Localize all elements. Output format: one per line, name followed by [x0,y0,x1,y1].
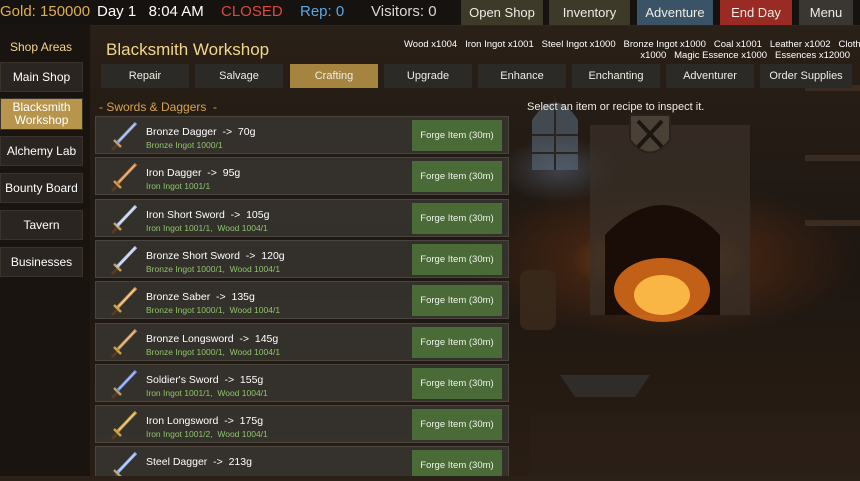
resources-line-1: Wood x1004 Iron Ingot x1001 Steel Ingot … [404,39,860,50]
inventory-button[interactable]: Inventory [549,0,630,25]
recipe-row[interactable]: Bronze Dagger -> 70g Bronze Ingot 1000/1 F… [95,116,509,154]
recipe-row[interactable]: Bronze Longsword -> 145g Bronze Ingot 100… [95,322,509,361]
tab-enhance[interactable]: Enhance [478,64,566,88]
adventure-button[interactable]: Adventure [637,0,713,25]
forge-item-button[interactable]: Forge Item (30m) [412,409,502,441]
forge-item-button[interactable]: Forge Item (30m) [412,243,502,275]
resources-line-2: x1000 Magic Essence x1000 Essences x1200… [640,50,850,61]
tab-repair[interactable]: Repair [101,64,189,88]
tab-salvage[interactable]: Salvage [195,64,283,88]
recipe-name: Bronze Dagger -> 70g [146,126,256,138]
recipe-ingredients: Iron Ingot 1001/1, Wood 1004/1 [146,222,268,233]
sidebar-title: Shop Areas [10,40,73,54]
recipe-name: Bronze Longsword -> 145g [146,332,279,345]
tab-crafting[interactable]: Crafting [290,64,378,88]
forge-item-button[interactable]: Forge Item (30m) [412,202,502,234]
bronze-dagger-icon [110,121,138,152]
forge-item-button[interactable]: Forge Item (30m) [412,326,502,358]
recipe-ingredients: Bronze Ingot 1000/1, Wood 1004/1 [146,346,281,357]
recipe-name: Soldier's Sword -> 155g [146,373,264,386]
forge-item-button[interactable]: Forge Item (30m) [412,285,502,317]
recipe-ingredients: Bronze Ingot 1000/1 [146,140,223,150]
soldiers-sword-icon [110,369,138,399]
bronze-saber-icon [110,287,138,317]
visitors-counter: Visitors: 0 [371,3,437,20]
open-shop-button[interactable]: Open Shop [461,0,543,25]
iron-dagger-icon [110,163,138,193]
recipe-name: Steel Dagger -> 213g [146,456,252,469]
page-title: Blacksmith Workshop [106,40,270,59]
recipe-row[interactable]: Bronze Short Sword -> 120g Bronze Ingot 1… [95,239,509,278]
menu-button[interactable]: Menu [799,0,853,25]
recipe-row[interactable]: Iron Dagger -> 95g Iron Ingot 1001/1 Forge… [95,157,509,196]
category-header[interactable]: - Swords & Daggers - [99,100,217,114]
steel-dagger-icon [113,452,138,476]
sidebar-item-blacksmith-workshop[interactable]: Blacksmith Workshop [0,98,83,130]
recipe-list[interactable]: Bronze Dagger -> 70g Bronze Ingot 1000/1 F… [95,116,511,476]
iron-longsword-icon [110,410,138,441]
recipe-row[interactable]: Bronze Saber -> 135g Bronze Ingot 1000/1,… [95,281,509,320]
iron-short-sword-icon [110,204,138,234]
sidebar-item-businesses[interactable]: Businesses [0,247,83,277]
top-status-bar: Gold: 150000 Day 1 8:04 AM CLOSED Rep: 0… [0,0,860,26]
day-time-display: Day 1 8:04 AM [97,3,204,20]
tab-enchanting[interactable]: Enchanting [572,64,660,88]
recipe-name: Bronze Short Sword -> 120g [146,249,285,262]
bronze-longsword-icon [110,328,138,358]
recipe-name: Iron Dagger -> 95g [146,167,241,180]
forge-item-button[interactable]: Forge Item (30m) [412,450,502,476]
recipe-ingredients: Bronze Ingot 1000/1, Wood 1004/1 [146,305,281,316]
sidebar-item-alchemy-lab[interactable]: Alchemy Lab [0,136,83,166]
recipe-row[interactable]: Soldier's Sword -> 155g Iron Ingot 1001/1… [95,363,509,402]
recipe-name: Iron Short Sword -> 105g [146,208,270,221]
sidebar-item-tavern[interactable]: Tavern [0,210,83,240]
shop-status-label: CLOSED [221,3,283,20]
bronze-short-sword-icon [110,245,138,275]
sidebar-item-main-shop[interactable]: Main Shop [0,62,83,92]
forge-item-button[interactable]: Forge Item (30m) [412,367,502,399]
tab-order-supplies[interactable]: Order Supplies [760,64,852,88]
sidebar-item-bounty-board[interactable]: Bounty Board [0,173,83,203]
tab-adventurer[interactable]: Adventurer [666,64,754,88]
gold-counter: Gold: 150000 [0,3,91,20]
end-day-button[interactable]: End Day [720,0,792,25]
recipe-row[interactable]: Iron Longsword -> 175g Iron Ingot 1001/2,… [95,405,509,444]
resource-inventory-summary: Wood x1004 Iron Ingot x1001 Steel Ingot … [404,39,860,61]
forge-item-button[interactable]: Forge Item (30m) [412,161,502,193]
recipe-name: Bronze Saber -> 135g [146,291,255,304]
recipe-ingredients: Iron Ingot 1001/1 [146,181,211,192]
tab-upgrade[interactable]: Upgrade [384,64,472,88]
recipe-name: Iron Longsword -> 175g [146,415,264,428]
recipe-ingredients: Bronze Ingot 1000/1, Wood 1004/1 [146,263,281,274]
recipe-row[interactable]: Steel Dagger -> 213g Forge Item (30m) [95,446,509,476]
forge-item-button[interactable]: Forge Item (30m) [412,120,502,151]
recipe-ingredients: Iron Ingot 1001/2, Wood 1004/1 [146,429,268,440]
recipe-row[interactable]: Iron Short Sword -> 105g Iron Ingot 1001/… [95,198,509,237]
reputation-counter: Rep: 0 [300,3,345,20]
inspect-hint: Select an item or recipe to inspect it. [527,101,705,113]
recipe-ingredients: Iron Ingot 1001/1, Wood 1004/1 [146,387,268,398]
